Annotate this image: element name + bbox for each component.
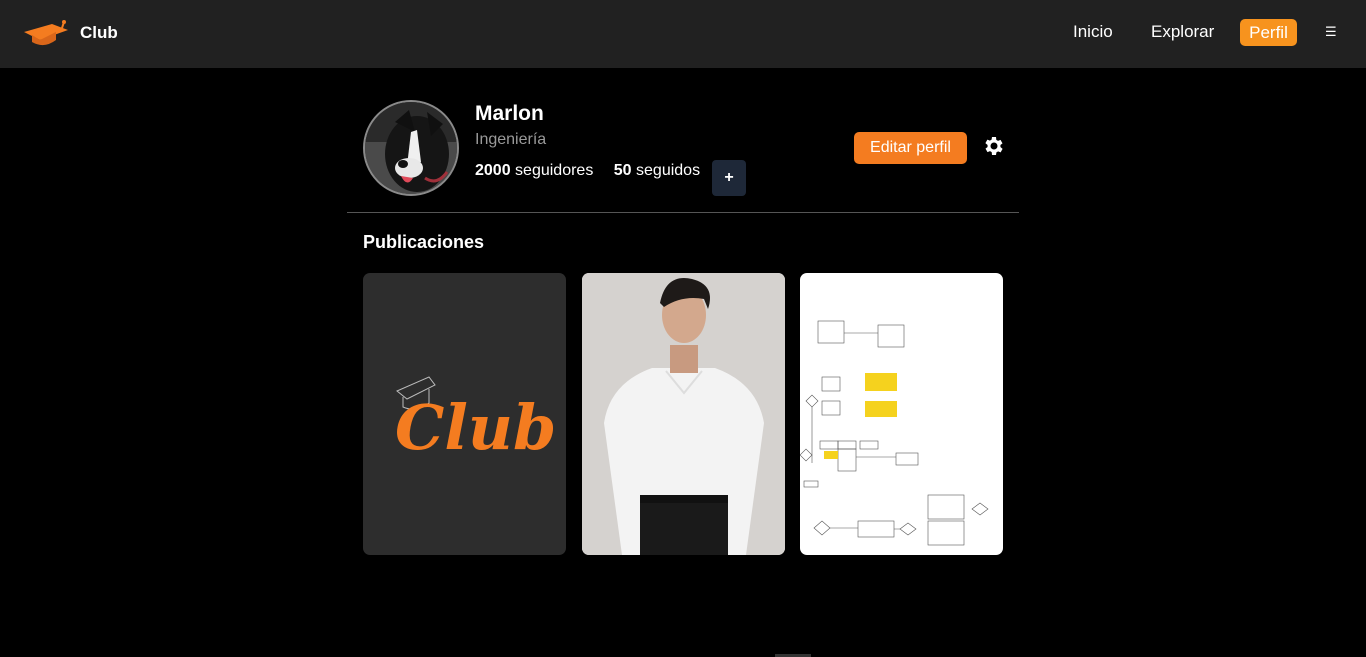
following-count[interactable]: 50 [614,162,632,179]
add-button[interactable]: + [712,160,746,196]
graduation-cap-logo-icon [24,20,68,46]
followers-label[interactable]: seguidores [515,162,593,179]
diagram-image [800,320,989,546]
top-navbar: Club Inicio Explorar Perfil ☰ [0,0,1366,68]
post-club-logo[interactable]: Club [363,273,566,555]
brand-name: Club [80,23,118,42]
hamburger-icon[interactable]: ☰ [1325,24,1337,40]
profile-divider [347,212,1019,213]
portrait-photo-image [582,273,785,555]
nav-link-explorar[interactable]: Explorar [1151,22,1214,42]
club-logo-text: Club [395,391,556,464]
post-diagram[interactable] [800,273,1003,555]
following-label[interactable]: seguidos [636,162,700,179]
profile-stats: 2000 seguidores 50 seguidos [475,162,700,180]
avatar [363,100,459,196]
gear-icon[interactable] [981,134,1005,158]
club-logo-image: Club [395,376,556,464]
nav-link-perfil[interactable]: Perfil [1240,19,1297,46]
edit-profile-button[interactable]: Editar perfil [854,132,967,164]
followers-count[interactable]: 2000 [475,162,511,179]
profile-career: Ingeniería [475,131,547,148]
dog-avatar-image [365,102,457,194]
post-portrait[interactable] [582,273,785,555]
posts-title: Publicaciones [363,232,485,252]
nav-link-inicio[interactable]: Inicio [1073,22,1113,42]
brand-link[interactable]: Club [22,18,118,48]
profile-name: Marlon [475,102,544,125]
